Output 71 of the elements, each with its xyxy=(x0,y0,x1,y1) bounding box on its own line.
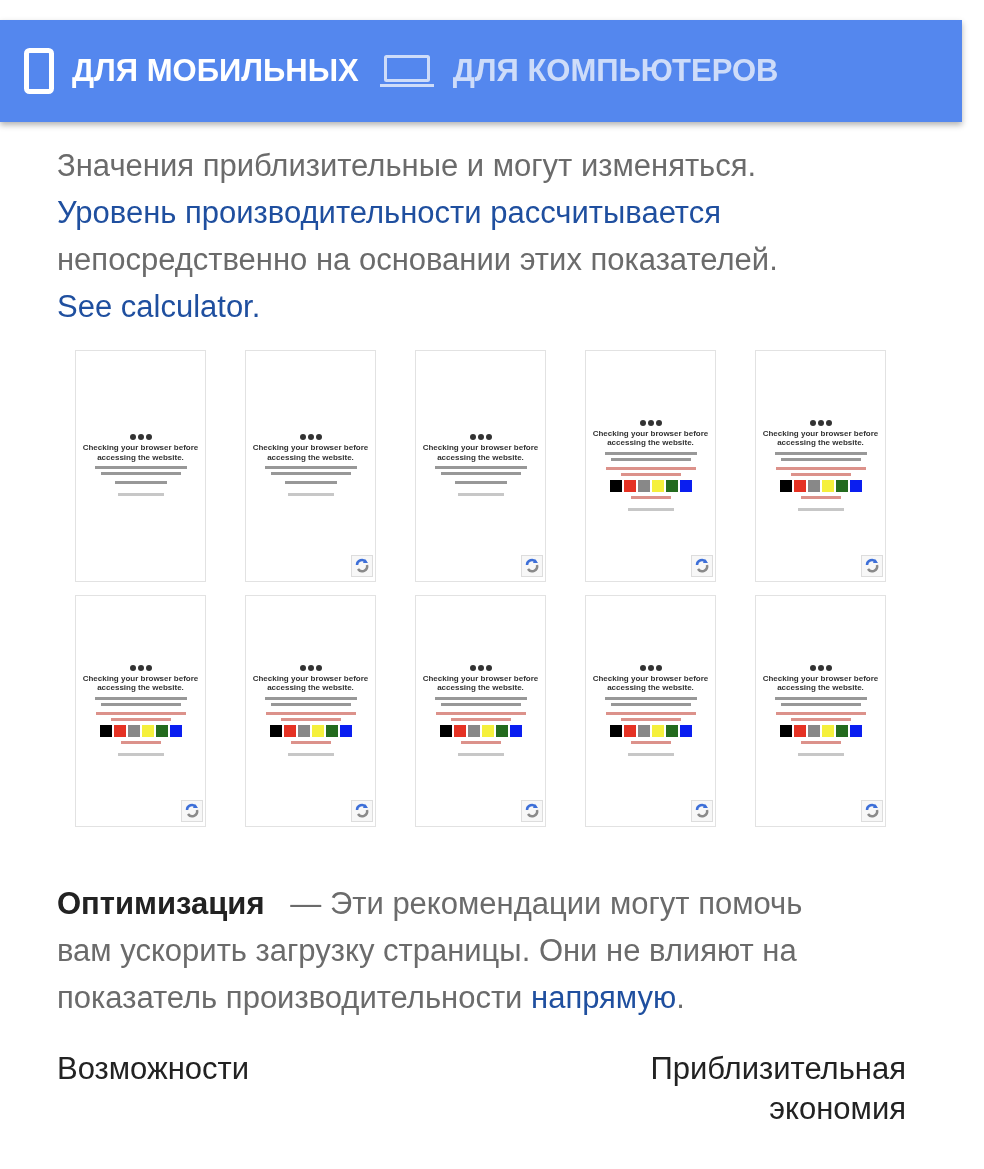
color-swatch[interactable] xyxy=(609,479,622,492)
color-swatch[interactable] xyxy=(509,724,522,737)
color-swatch[interactable] xyxy=(141,724,154,737)
loading-dots-icon xyxy=(469,434,492,440)
color-swatch[interactable] xyxy=(495,724,508,737)
text-link[interactable]: напрямую xyxy=(531,980,677,1015)
text-link[interactable]: See calculator. xyxy=(57,289,261,324)
color-swatch[interactable] xyxy=(311,724,324,737)
color-swatch[interactable] xyxy=(849,724,862,737)
color-swatch[interactable] xyxy=(609,724,622,737)
loading-dots-icon xyxy=(639,664,662,671)
color-swatch[interactable] xyxy=(169,724,182,737)
color-swatch[interactable] xyxy=(835,479,848,492)
color-swatch[interactable] xyxy=(481,724,494,737)
color-swatch[interactable] xyxy=(779,479,792,492)
loading-dots-icon xyxy=(469,664,492,671)
color-swatch[interactable] xyxy=(849,479,862,492)
loading-dots-icon xyxy=(299,434,322,440)
phone-icon xyxy=(24,48,54,94)
info-paragraph: Значения приблизительные и могут изменяться. Уровень производительности рассчитывается непосредственно на основании этих показателей. See calculator. xyxy=(57,147,779,326)
color-swatch[interactable] xyxy=(325,724,338,737)
text-link[interactable]: Уровень производительности рассчитывается xyxy=(57,195,721,230)
color-swatch[interactable] xyxy=(623,724,636,737)
color-swatch[interactable] xyxy=(113,724,126,737)
column-header: Приблизительная экономия xyxy=(649,1050,906,1128)
color-swatch[interactable] xyxy=(651,479,664,492)
page-title: Checking your browser before accessing the website. xyxy=(592,428,709,448)
color-swatch[interactable] xyxy=(793,724,806,737)
color-swatch[interactable] xyxy=(623,479,636,492)
color-swatch[interactable] xyxy=(297,724,310,737)
color-swatch[interactable] xyxy=(807,479,820,492)
loading-dots-icon xyxy=(129,664,152,671)
loading-dots-icon xyxy=(809,664,832,671)
color-swatch[interactable] xyxy=(679,479,692,492)
loading-dots-icon xyxy=(299,664,322,671)
loading-dots-icon xyxy=(809,419,832,426)
color-swatch[interactable] xyxy=(453,724,466,737)
color-swatch[interactable] xyxy=(793,479,806,492)
color-swatch[interactable] xyxy=(665,724,678,737)
page-title: Checking your browser before accessing the website. xyxy=(82,443,199,462)
laptop-icon xyxy=(378,54,435,88)
color-swatch[interactable] xyxy=(807,724,820,737)
color-swatch[interactable] xyxy=(283,724,296,737)
color-swatch[interactable] xyxy=(821,479,834,492)
color-swatch[interactable] xyxy=(127,724,140,737)
page-title: Checking your browser before accessing the website. xyxy=(82,673,199,693)
page-title: Checking your browser before accessing the website. xyxy=(252,673,369,693)
loading-dots-icon xyxy=(129,434,152,440)
color-swatch[interactable] xyxy=(269,724,282,737)
page-title: Checking your browser before accessing the website. xyxy=(762,428,879,448)
color-swatch[interactable] xyxy=(779,724,792,737)
color-swatch[interactable] xyxy=(439,724,452,737)
color-swatch[interactable] xyxy=(339,724,352,737)
page-title: Checking your browser before accessing the website. xyxy=(762,673,879,693)
page-title: Checking your browser before accessing the website. xyxy=(592,673,709,693)
color-swatch[interactable] xyxy=(637,479,650,492)
page-title: Checking your browser before accessing the website. xyxy=(252,443,369,462)
column-header: Возможности xyxy=(57,1050,250,1088)
color-swatch[interactable] xyxy=(637,724,650,737)
color-swatch[interactable] xyxy=(99,724,112,737)
color-swatch[interactable] xyxy=(155,724,168,737)
page-title: Checking your browser before accessing the website. xyxy=(422,443,539,462)
color-swatch[interactable] xyxy=(665,479,678,492)
color-swatch[interactable] xyxy=(467,724,480,737)
color-swatch[interactable] xyxy=(679,724,692,737)
color-swatch[interactable] xyxy=(651,724,664,737)
page-title: Checking your browser before accessing the website. xyxy=(422,673,539,693)
color-swatch[interactable] xyxy=(835,724,848,737)
loading-dots-icon xyxy=(639,419,662,426)
optimization-paragraph: Оптимизация — Эти рекомендации могут помочь вам ускорить загрузку страницы. Они не влияют на показатель производительности напрямую. xyxy=(57,885,804,1017)
color-swatch[interactable] xyxy=(821,724,834,737)
